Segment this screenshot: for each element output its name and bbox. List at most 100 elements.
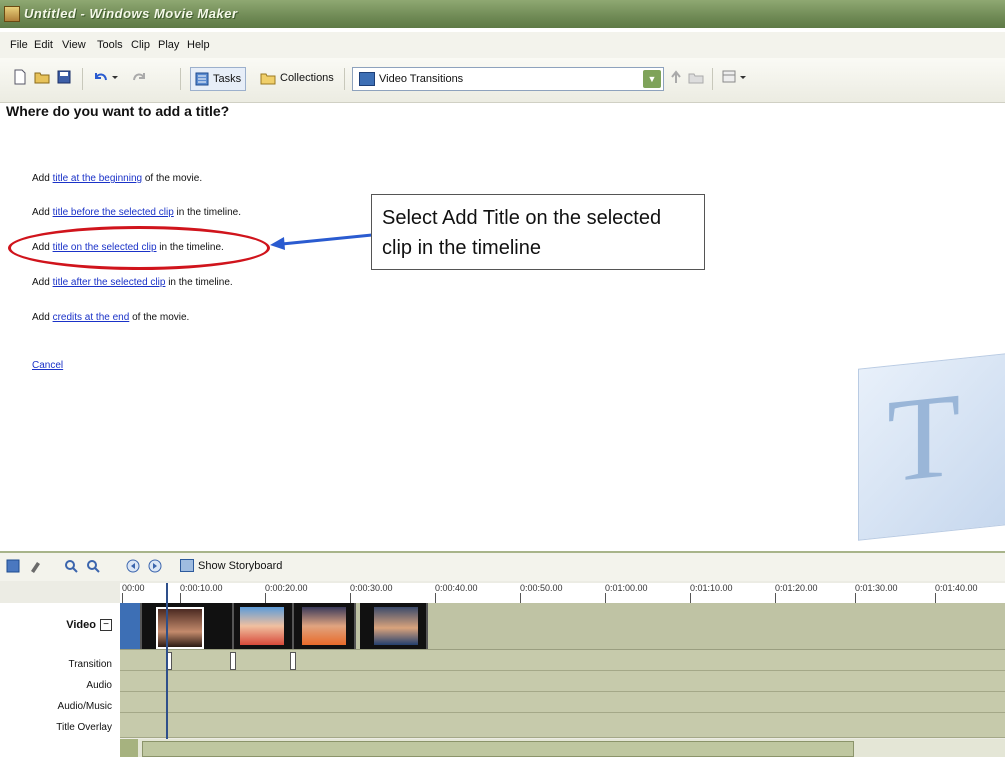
collections-button[interactable]: Collections — [256, 67, 338, 89]
transition-marker[interactable] — [230, 652, 236, 670]
scroll-left-button[interactable] — [120, 739, 138, 757]
track-label-title-overlay: Title Overlay — [56, 722, 112, 733]
undo-icon[interactable] — [92, 69, 108, 85]
views-icon[interactable] — [722, 69, 738, 85]
option-title-before: Add title before the selected clip in th… — [32, 207, 241, 218]
timeline-scrollbar[interactable] — [120, 739, 1005, 757]
ruler-tick: 0:00:10.00 — [180, 583, 223, 603]
tasks-icon — [195, 72, 209, 86]
zoom-in-icon[interactable] — [64, 559, 78, 573]
redo-icon[interactable] — [132, 69, 148, 85]
audio-track[interactable] — [120, 671, 1005, 692]
chevron-down-icon[interactable]: ▼ — [643, 70, 661, 88]
title-after-clip-link[interactable]: title after the selected clip — [53, 277, 166, 288]
ruler-tick: 0:01:40.00 — [935, 583, 978, 603]
task-pane: Where do you want to add a title? Add ti… — [0, 103, 1005, 550]
video-clip[interactable] — [294, 603, 356, 649]
menu-play[interactable]: Play — [158, 39, 179, 51]
title-watermark-graphic: T — [858, 353, 1005, 541]
video-clip[interactable] — [234, 603, 294, 649]
time-ruler[interactable]: 00:00 0:00:10.00 0:00:20.00 0:00:30.00 0… — [120, 583, 1005, 604]
highlight-ellipse — [8, 226, 270, 270]
option-suffix: in the timeline. — [165, 277, 233, 288]
credits-at-end-link[interactable]: credits at the end — [53, 312, 130, 323]
video-clip-selected[interactable] — [142, 603, 234, 649]
window-title: Untitled - Windows Movie Maker — [24, 6, 238, 21]
set-audio-levels-icon[interactable] — [6, 559, 20, 573]
annotation-arrow — [270, 233, 373, 250]
toolbar-separator — [82, 68, 83, 90]
storyboard-icon — [180, 559, 194, 572]
open-project-icon[interactable] — [34, 69, 50, 85]
option-prefix: Add — [32, 173, 53, 184]
collapse-video-toggle[interactable]: − — [100, 619, 112, 631]
track-label-audio: Audio — [86, 680, 112, 691]
track-labels: Video − Transition Audio Audio/Music Tit… — [0, 603, 120, 757]
track-label-video: Video — [66, 619, 96, 631]
option-title-beginning: Add title at the beginning of the movie. — [32, 173, 202, 184]
up-one-level-icon[interactable] — [668, 69, 684, 85]
option-suffix: of the movie. — [142, 173, 203, 184]
new-project-icon[interactable] — [12, 69, 28, 85]
app-icon — [4, 6, 20, 22]
title-before-clip-link[interactable]: title before the selected clip — [53, 207, 174, 218]
zoom-out-icon[interactable] — [86, 559, 100, 573]
show-storyboard-button[interactable]: Show Storyboard — [180, 559, 282, 572]
collection-dropdown-value: Video Transitions — [379, 73, 464, 85]
menu-view[interactable]: View — [62, 39, 86, 51]
option-title-after: Add title after the selected clip in the… — [32, 277, 233, 288]
transitions-icon — [359, 72, 375, 86]
menu-edit[interactable]: Edit — [34, 39, 53, 51]
track-label-transition: Transition — [68, 659, 112, 670]
video-track[interactable] — [120, 603, 1005, 650]
clip-thumbnail — [374, 607, 418, 645]
option-prefix: Add — [32, 207, 53, 218]
play-timeline-icon[interactable] — [148, 559, 162, 573]
playhead[interactable] — [166, 583, 168, 757]
track-label-audio-music: Audio/Music — [57, 701, 112, 712]
ruler-tick: 0:00:40.00 — [435, 583, 478, 603]
collection-dropdown[interactable]: Video Transitions ▼ — [352, 67, 664, 91]
clip-thumbnail — [156, 607, 204, 649]
ruler-tick: 0:01:20.00 — [775, 583, 818, 603]
watermark-letter: T — [887, 367, 961, 508]
video-clip[interactable] — [360, 603, 428, 649]
option-prefix: Add — [32, 277, 53, 288]
new-folder-icon[interactable] — [688, 69, 704, 85]
ruler-tick: 0:00:50.00 — [520, 583, 563, 603]
menu-file[interactable]: File — [10, 39, 28, 51]
transition-track[interactable] — [120, 650, 1005, 671]
ruler-tick: 0:01:00.00 — [605, 583, 648, 603]
annotation-callout: Select Add Title on the selected clip in… — [371, 194, 705, 270]
option-credits: Add credits at the end of the movie. — [32, 312, 189, 323]
menu-help[interactable]: Help — [187, 39, 210, 51]
video-clip[interactable] — [120, 603, 142, 649]
transition-marker[interactable] — [290, 652, 296, 670]
ruler-tick: 0:00:30.00 — [350, 583, 393, 603]
save-icon[interactable] — [56, 69, 72, 85]
ruler-tick: 00:00 — [122, 583, 145, 603]
toolbar-separator — [344, 68, 345, 90]
toolbar-separator — [180, 68, 181, 90]
clip-thumbnail — [302, 607, 346, 645]
rewind-timeline-icon[interactable] — [126, 559, 140, 573]
undo-dropdown-icon[interactable] — [110, 69, 120, 85]
title-bar: Untitled - Windows Movie Maker — [0, 0, 1005, 28]
title-at-beginning-link[interactable]: title at the beginning — [53, 173, 143, 184]
menu-bar: File Edit View Tools Clip Play Help — [0, 32, 1005, 59]
option-prefix: Add — [32, 312, 53, 323]
collections-label: Collections — [280, 72, 334, 84]
audio-music-track[interactable] — [120, 692, 1005, 713]
clip-thumbnail — [240, 607, 284, 645]
views-dropdown-icon[interactable] — [738, 69, 748, 85]
menu-clip[interactable]: Clip — [131, 39, 150, 51]
show-storyboard-label: Show Storyboard — [198, 559, 283, 572]
menu-tools[interactable]: Tools — [97, 39, 123, 51]
narrate-timeline-icon[interactable] — [28, 559, 42, 573]
tasks-button[interactable]: Tasks — [190, 67, 247, 91]
ruler-tick: 0:00:20.00 — [265, 583, 308, 603]
page-title: Where do you want to add a title? — [6, 103, 230, 119]
title-overlay-track[interactable] — [120, 713, 1005, 738]
ruler-tick: 0:01:10.00 — [690, 583, 733, 603]
cancel-link[interactable]: Cancel — [32, 360, 63, 371]
